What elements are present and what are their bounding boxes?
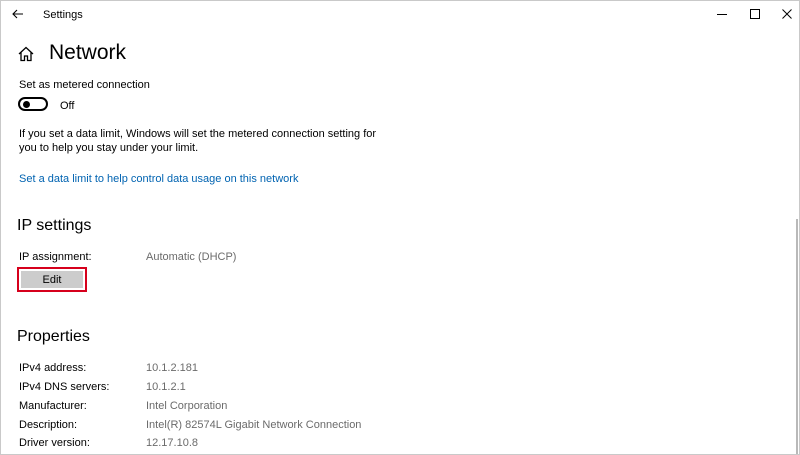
- edit-button-highlight: Edit: [17, 267, 87, 292]
- set-data-limit-link[interactable]: Set a data limit to help control data us…: [19, 173, 298, 185]
- property-value: 10.1.2.181: [146, 362, 198, 374]
- title-bar: Settings: [1, 1, 799, 31]
- minimize-icon: [717, 14, 727, 15]
- back-arrow-icon: [12, 9, 23, 19]
- property-value: 10.1.2.1: [146, 381, 186, 393]
- settings-window: Settings Network Set as metered connecti…: [0, 0, 800, 455]
- toggle-state-label: Off: [60, 100, 75, 112]
- property-label: Driver version:: [19, 437, 90, 449]
- maximize-button[interactable]: [737, 1, 773, 27]
- property-value: Intel Corporation: [146, 400, 228, 412]
- ip-assignment-value: Automatic (DHCP): [146, 251, 237, 263]
- window-title: Settings: [43, 9, 83, 21]
- property-label: IPv4 DNS servers:: [19, 381, 110, 393]
- close-icon: [782, 9, 792, 19]
- close-button[interactable]: [769, 1, 799, 27]
- back-button[interactable]: [7, 3, 29, 25]
- home-icon[interactable]: [17, 45, 35, 63]
- toggle-knob: [23, 101, 30, 108]
- scrollbar[interactable]: [796, 219, 798, 454]
- property-label: IPv4 address:: [19, 362, 87, 374]
- metered-connection-label: Set as metered connection: [19, 79, 150, 91]
- property-label: Manufacturer:: [19, 400, 87, 412]
- minimize-button[interactable]: [704, 1, 740, 27]
- metered-description: If you set a data limit, Windows will se…: [19, 128, 377, 154]
- maximize-icon: [750, 9, 760, 19]
- properties-heading: Properties: [17, 328, 90, 345]
- ip-assignment-label: IP assignment:: [19, 251, 92, 263]
- property-label: Description:: [19, 419, 78, 431]
- page-title: Network: [49, 41, 127, 64]
- edit-button[interactable]: Edit: [21, 271, 83, 288]
- property-value: 12.17.10.8: [146, 437, 198, 449]
- property-value: Intel(R) 82574L Gigabit Network Connecti…: [146, 419, 362, 431]
- ip-settings-heading: IP settings: [17, 217, 92, 234]
- metered-connection-toggle[interactable]: [18, 97, 48, 111]
